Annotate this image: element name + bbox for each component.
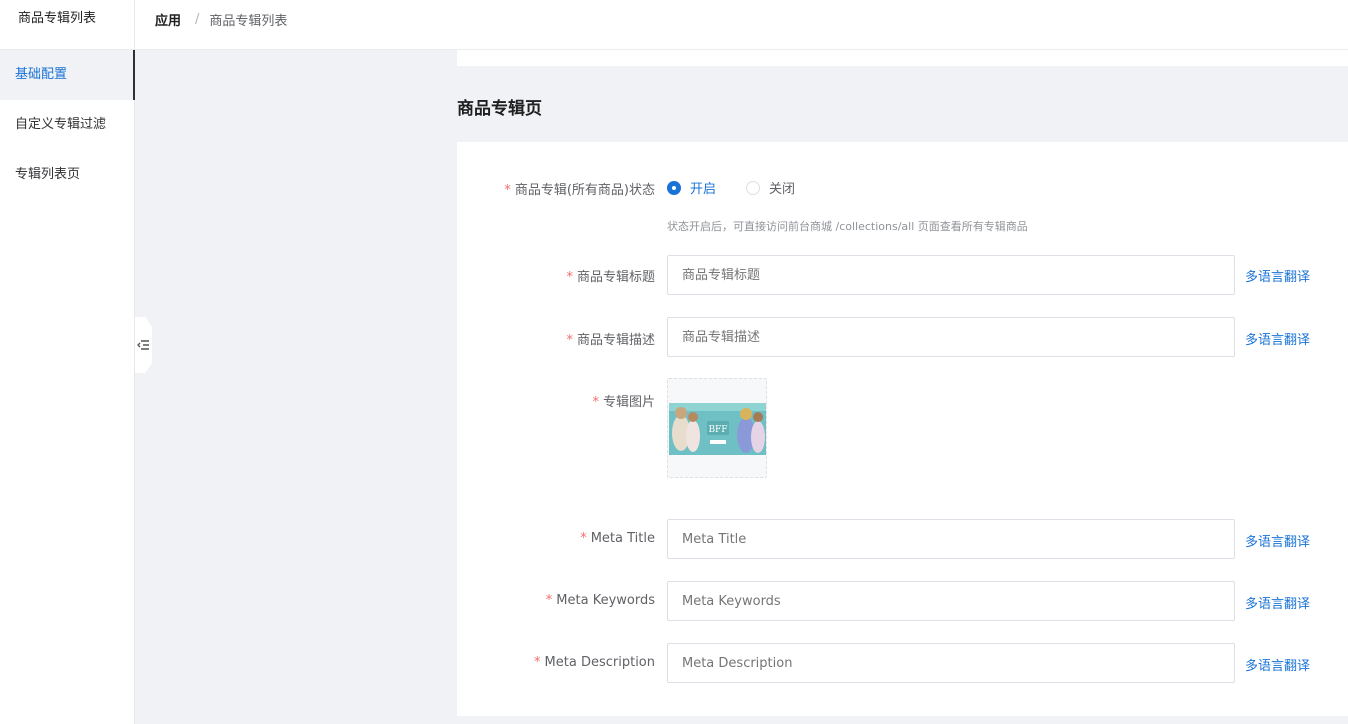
status-radio-off[interactable]: 关闭 — [746, 178, 795, 197]
title-translate-link[interactable]: 多语言翻译 — [1245, 266, 1310, 285]
banner-text: BFF — [708, 425, 727, 435]
breadcrumb-current: 商品专辑列表 — [209, 14, 288, 29]
sidebar-collapse-handle[interactable] — [135, 317, 152, 373]
content-top-strip — [457, 50, 1348, 66]
description-label: * 商品专辑描述 — [566, 329, 655, 348]
breadcrumb-apps-link[interactable]: 应用 — [155, 10, 181, 29]
sidebar-item-collection-list-page[interactable]: 专辑列表页 — [0, 150, 134, 200]
top-bar: 应用 / 商品专辑列表 — [135, 0, 1348, 50]
title-label: * 商品专辑标题 — [566, 266, 655, 285]
image-label: * 专辑图片 — [592, 391, 655, 410]
image-label-text: 专辑图片 — [602, 395, 655, 410]
section-title: 商品专辑页 — [457, 99, 542, 119]
meta-keywords-input[interactable] — [667, 581, 1235, 621]
status-hint: 状态开启后，可直接访问前台商城 /collections/all 页面查看所有专… — [667, 220, 1028, 233]
required-mark: * — [566, 270, 573, 285]
required-mark: * — [566, 333, 573, 348]
radio-checked-icon — [667, 180, 681, 195]
title-label-text: 商品专辑标题 — [576, 270, 655, 285]
required-mark: * — [592, 395, 599, 410]
meta-title-label: * Meta Title — [580, 531, 655, 546]
radio-on-label: 开启 — [690, 182, 717, 197]
status-label: * 商品专辑(所有商品)状态 — [504, 179, 655, 198]
breadcrumb-separator: / — [195, 12, 200, 27]
meta-keywords-translate-link[interactable]: 多语言翻译 — [1245, 593, 1310, 612]
sidebar-item-basic-config[interactable]: 基础配置 — [0, 50, 135, 100]
meta-title-translate-link[interactable]: 多语言翻译 — [1245, 531, 1310, 550]
meta-keywords-label: * Meta Keywords — [546, 593, 655, 608]
required-mark: * — [504, 183, 511, 198]
sidebar-title: 商品专辑列表 — [0, 0, 134, 50]
status-label-text: 商品专辑(所有商品)状态 — [514, 183, 655, 198]
meta-description-input[interactable] — [667, 643, 1235, 683]
collection-banner-image: BFF — [669, 403, 766, 455]
meta-description-label-text: Meta Description — [544, 655, 655, 670]
description-translate-link[interactable]: 多语言翻译 — [1245, 329, 1310, 348]
collection-image-upload[interactable]: BFF — [667, 378, 767, 478]
sidebar-item-custom-filter[interactable]: 自定义专辑过滤 — [0, 100, 134, 150]
meta-description-translate-link[interactable]: 多语言翻译 — [1245, 655, 1310, 674]
radio-off-label: 关闭 — [769, 182, 796, 197]
required-mark: * — [534, 655, 541, 670]
radio-unchecked-icon — [746, 180, 761, 195]
meta-title-label-text: Meta Title — [590, 531, 655, 546]
collapse-menu-icon — [137, 340, 149, 350]
breadcrumb: 应用 / 商品专辑列表 — [155, 10, 287, 29]
collection-title-input[interactable] — [667, 255, 1235, 295]
meta-keywords-label-text: Meta Keywords — [556, 593, 655, 608]
status-radio-group: 开启 关闭 — [667, 178, 825, 197]
required-mark: * — [545, 593, 553, 608]
required-mark: * — [580, 531, 587, 546]
collection-description-input[interactable] — [667, 317, 1235, 357]
description-label-text: 商品专辑描述 — [576, 333, 655, 348]
status-radio-on[interactable]: 开启 — [667, 178, 716, 197]
meta-description-label: * Meta Description — [534, 655, 655, 670]
sidebar: 商品专辑列表 基础配置 自定义专辑过滤 专辑列表页 — [0, 0, 135, 724]
meta-title-input[interactable] — [667, 519, 1235, 559]
form-card: * 商品专辑(所有商品)状态 开启 关闭 状态开启后，可直接访问前台商城 /col… — [457, 142, 1348, 716]
